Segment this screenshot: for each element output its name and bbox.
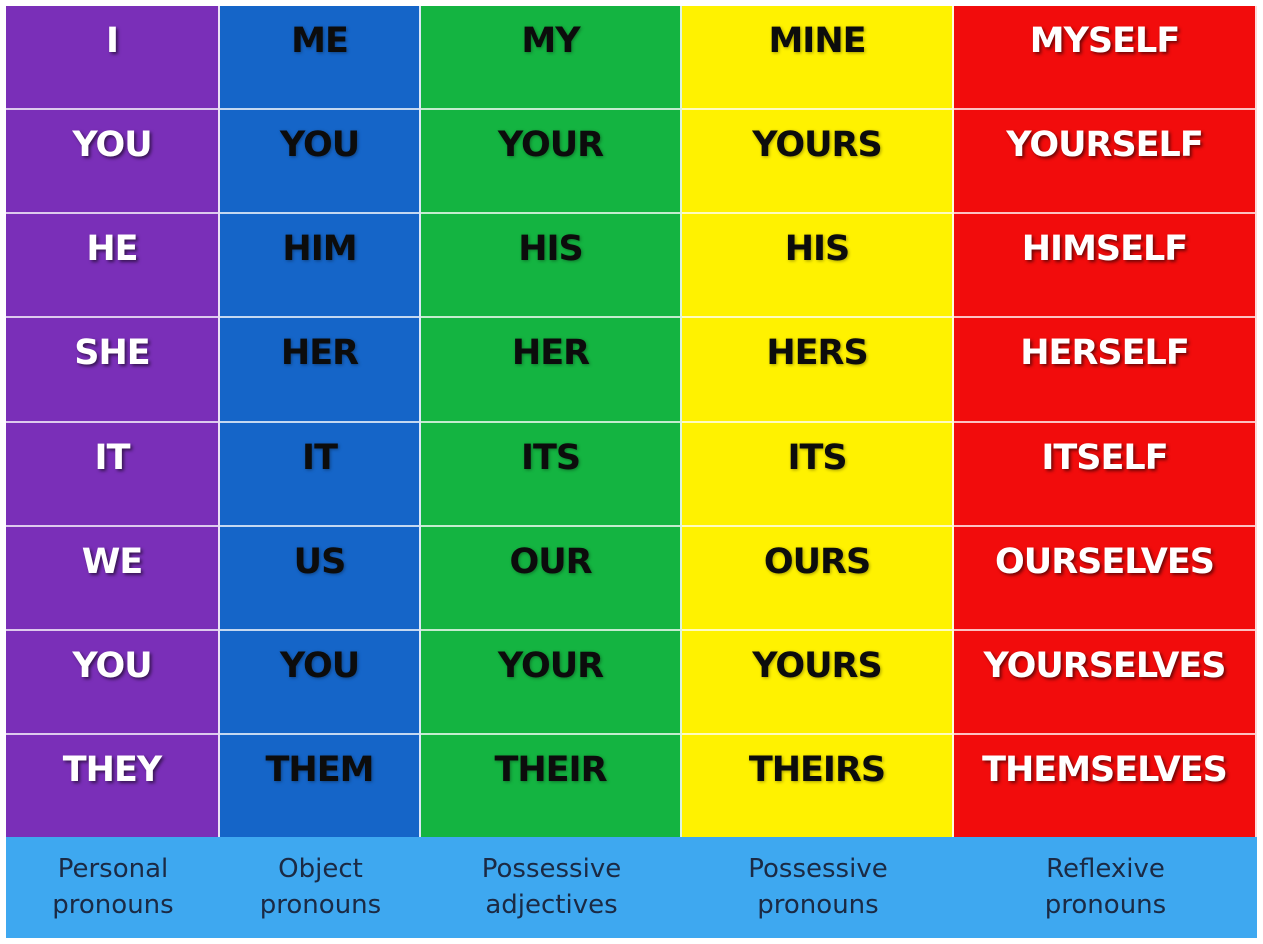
cell-personal-6: WE [6,527,218,631]
cell-possessive-adjective-1: MY [421,6,680,111]
cell-object-7: YOU [220,631,419,735]
label-line: pronouns [52,889,174,920]
cell-personal-5: IT [6,423,218,527]
column-possessive-pronouns: MINE YOURS HIS HERS ITS OURS YOURS THEIR… [682,6,954,837]
label-line: pronouns [757,889,879,920]
cell-possessive-adjective-8: THEIR [494,749,607,790]
label-possessive-adjectives: Possessive adjectives [421,837,682,938]
cell-object-5: IT [220,423,419,527]
label-possessive-pronouns: Possessive pronouns [682,837,954,938]
cell-object-8: THEM [265,749,375,790]
cell-reflexive-1: MYSELF [954,6,1255,111]
cell-object-6: US [220,527,419,631]
cell-object-1: ME [220,6,419,111]
label-object-pronouns: Object pronouns [220,837,421,938]
label-personal-pronouns: Personal pronouns [6,837,220,938]
cell-possessive-adjective-7: YOUR [421,631,680,735]
column-personal: I YOU HE SHE IT WE YOU THEY [6,6,220,837]
cell-possessive-adjective-3: HIS [421,214,680,319]
cell-reflexive-6: OURSELVES [954,527,1255,631]
label-reflexive-pronouns: Reflexive pronouns [954,837,1257,938]
cell-reflexive-7: YOURSELVES [954,631,1255,735]
column-possessive-adjectives: MY YOUR HIS HER ITS OUR YOUR THEIR [421,6,682,837]
cell-possessive-pronoun-8: THEIRS [748,749,886,790]
cell-reflexive-2: YOURSELF [954,110,1255,215]
cell-possessive-pronoun-6: OURS [682,527,952,631]
label-line: Possessive [481,854,622,885]
label-line: Reflexive [1046,854,1165,885]
cell-personal-2: YOU [6,110,218,215]
label-line: Possessive [748,854,888,885]
cell-possessive-adjective-2: YOUR [421,110,680,215]
cell-personal-3: HE [6,214,218,319]
label-line: pronouns [1044,889,1167,920]
label-line: Object [278,854,363,885]
cell-possessive-adjective-5: ITS [421,423,680,527]
column-reflexive: MYSELF YOURSELF HIMSELF HERSELF ITSELF O… [954,6,1257,837]
cell-reflexive-4: HERSELF [954,318,1255,423]
category-label-bar: Personal pronouns Object pronouns Posses… [6,837,1257,938]
cell-personal-4: SHE [6,318,218,423]
label-line: Personal [57,854,169,885]
cell-reflexive-8: THEMSELVES [982,749,1228,790]
pronoun-chart: I YOU HE SHE IT WE YOU THEY ME YOU HIM H… [6,6,1257,938]
cell-reflexive-5: ITSELF [954,423,1255,527]
cell-possessive-pronoun-3: HIS [682,214,952,319]
cell-possessive-adjective-6: OUR [421,527,680,631]
cell-object-3: HIM [220,214,419,319]
cell-object-4: HER [220,318,419,423]
label-line: pronouns [259,889,382,920]
label-line: adjectives [485,889,618,920]
cell-possessive-adjective-4: HER [421,318,680,423]
cell-personal-8: THEY [62,749,162,790]
column-object: ME YOU HIM HER IT US YOU THEM [220,6,421,837]
cell-reflexive-3: HIMSELF [954,214,1255,319]
cell-object-2: YOU [220,110,419,215]
cell-personal-7: YOU [6,631,218,735]
cell-possessive-pronoun-1: MINE [682,6,952,111]
cell-possessive-pronoun-2: YOURS [682,110,952,215]
cell-possessive-pronoun-4: HERS [682,318,952,423]
cell-possessive-pronoun-7: YOURS [682,631,952,735]
cell-possessive-pronoun-5: ITS [682,423,952,527]
cell-personal-1: I [6,6,218,111]
